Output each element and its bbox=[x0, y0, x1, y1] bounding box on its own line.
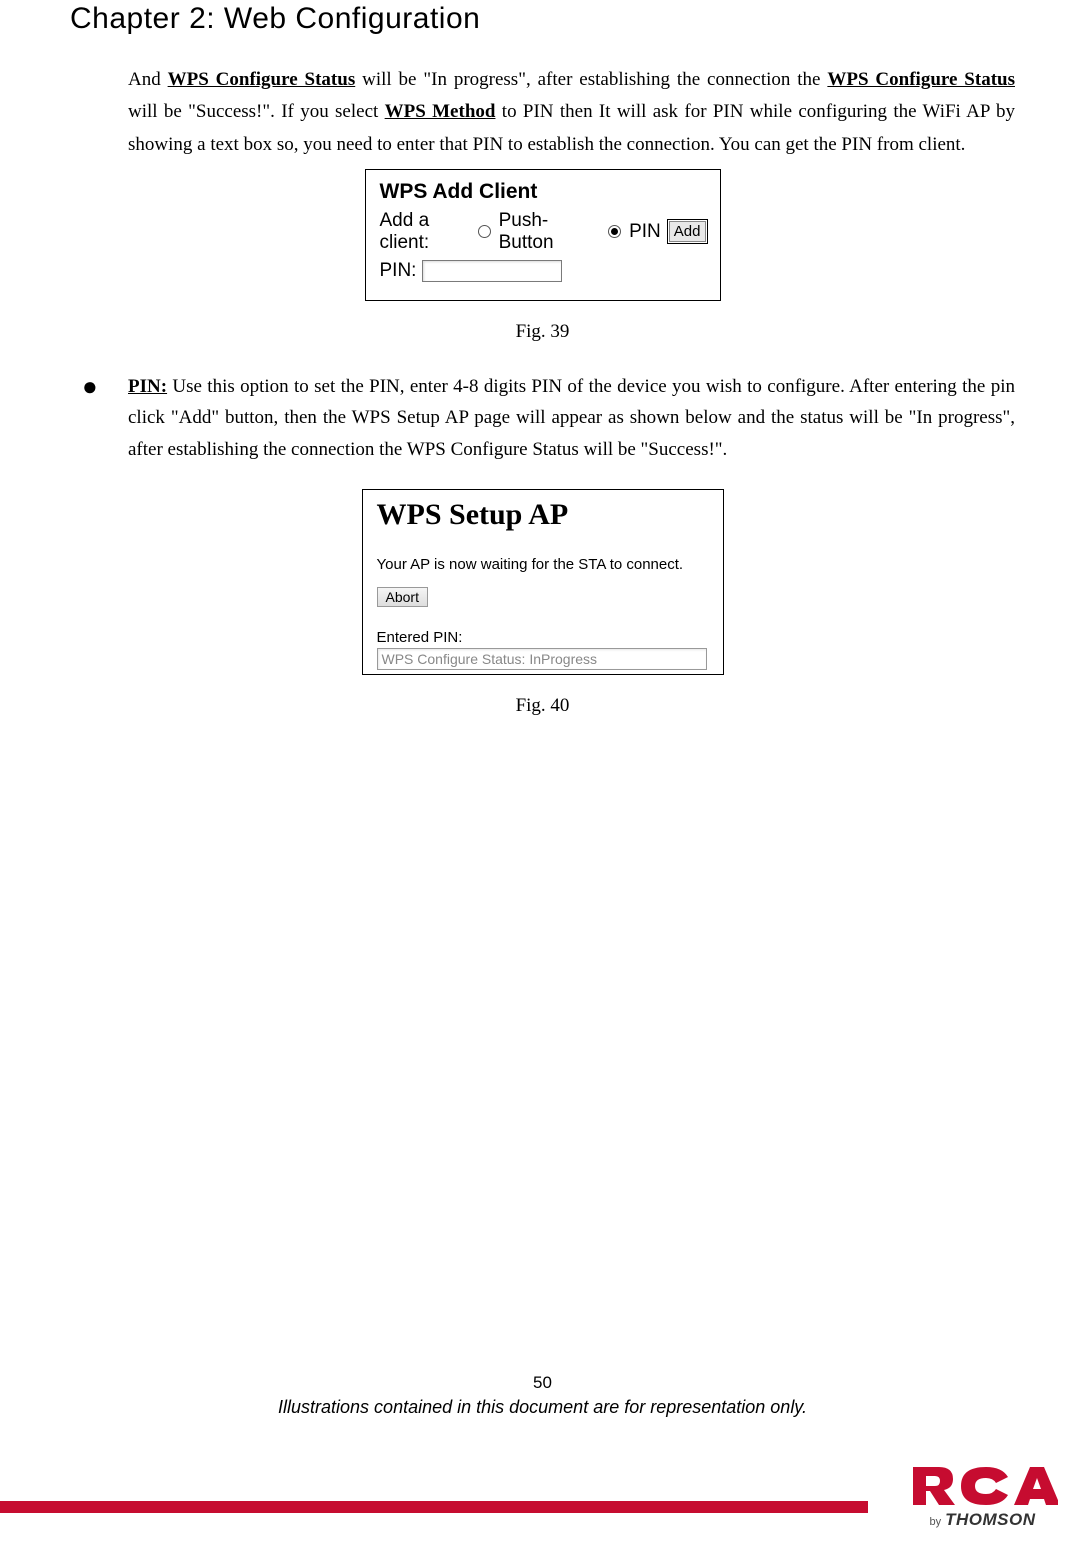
chapter-title: Chapter 2: Web Configuration bbox=[70, 2, 1015, 36]
disclaimer-text: Illustrations contained in this document… bbox=[0, 1397, 1085, 1418]
add-button[interactable]: Add bbox=[669, 221, 706, 242]
by-text: by bbox=[929, 1516, 941, 1528]
radio-push-button-label: Push-Button bbox=[499, 210, 589, 254]
figure-39: WPS Add Client Add a client: Push-Button… bbox=[365, 169, 721, 301]
pin-input[interactable] bbox=[422, 260, 562, 282]
radio-push-button[interactable] bbox=[478, 225, 491, 238]
bold-wps-status-1: WPS Configure Status bbox=[168, 69, 356, 90]
page-footer: 50 Illustrations contained in this docum… bbox=[0, 1373, 1085, 1418]
bold-wps-status-2: WPS Configure Status bbox=[827, 69, 1015, 90]
figure-40: WPS Setup AP Your AP is now waiting for … bbox=[362, 489, 724, 675]
bullet-pin-text: PIN: Use this option to set the PIN, ent… bbox=[128, 371, 1015, 465]
page-number: 50 bbox=[0, 1373, 1085, 1393]
figure-40-caption: Fig. 40 bbox=[70, 695, 1015, 717]
waiting-text: Your AP is now waiting for the STA to co… bbox=[377, 556, 709, 573]
wps-status-box: WPS Configure Status: InProgress bbox=[377, 648, 707, 670]
radio-pin-label: PIN bbox=[629, 221, 661, 243]
figure-39-caption: Fig. 39 bbox=[70, 321, 1015, 343]
rca-logo-icon bbox=[908, 1462, 1058, 1510]
radio-pin[interactable] bbox=[608, 225, 621, 238]
bullet-icon: ● bbox=[82, 371, 128, 465]
intro-paragraph: And WPS Configure Status will be "In pro… bbox=[128, 64, 1015, 161]
footer-red-bar bbox=[0, 1501, 868, 1513]
thomson-text: THOMSON bbox=[945, 1510, 1035, 1529]
bold-wps-method: WPS Method bbox=[385, 101, 496, 122]
rca-logo-block: by THOMSON bbox=[880, 1462, 1085, 1530]
entered-pin-label: Entered PIN: bbox=[377, 629, 709, 646]
pin-label: PIN: bbox=[380, 260, 417, 282]
logo-byline: by THOMSON bbox=[880, 1510, 1085, 1530]
bullet-lead: PIN: bbox=[128, 376, 167, 397]
wps-setup-ap-title: WPS Setup AP bbox=[377, 498, 709, 532]
abort-button[interactable]: Abort bbox=[377, 587, 428, 607]
add-client-label: Add a client: bbox=[380, 210, 470, 254]
wps-add-client-title: WPS Add Client bbox=[380, 180, 706, 204]
